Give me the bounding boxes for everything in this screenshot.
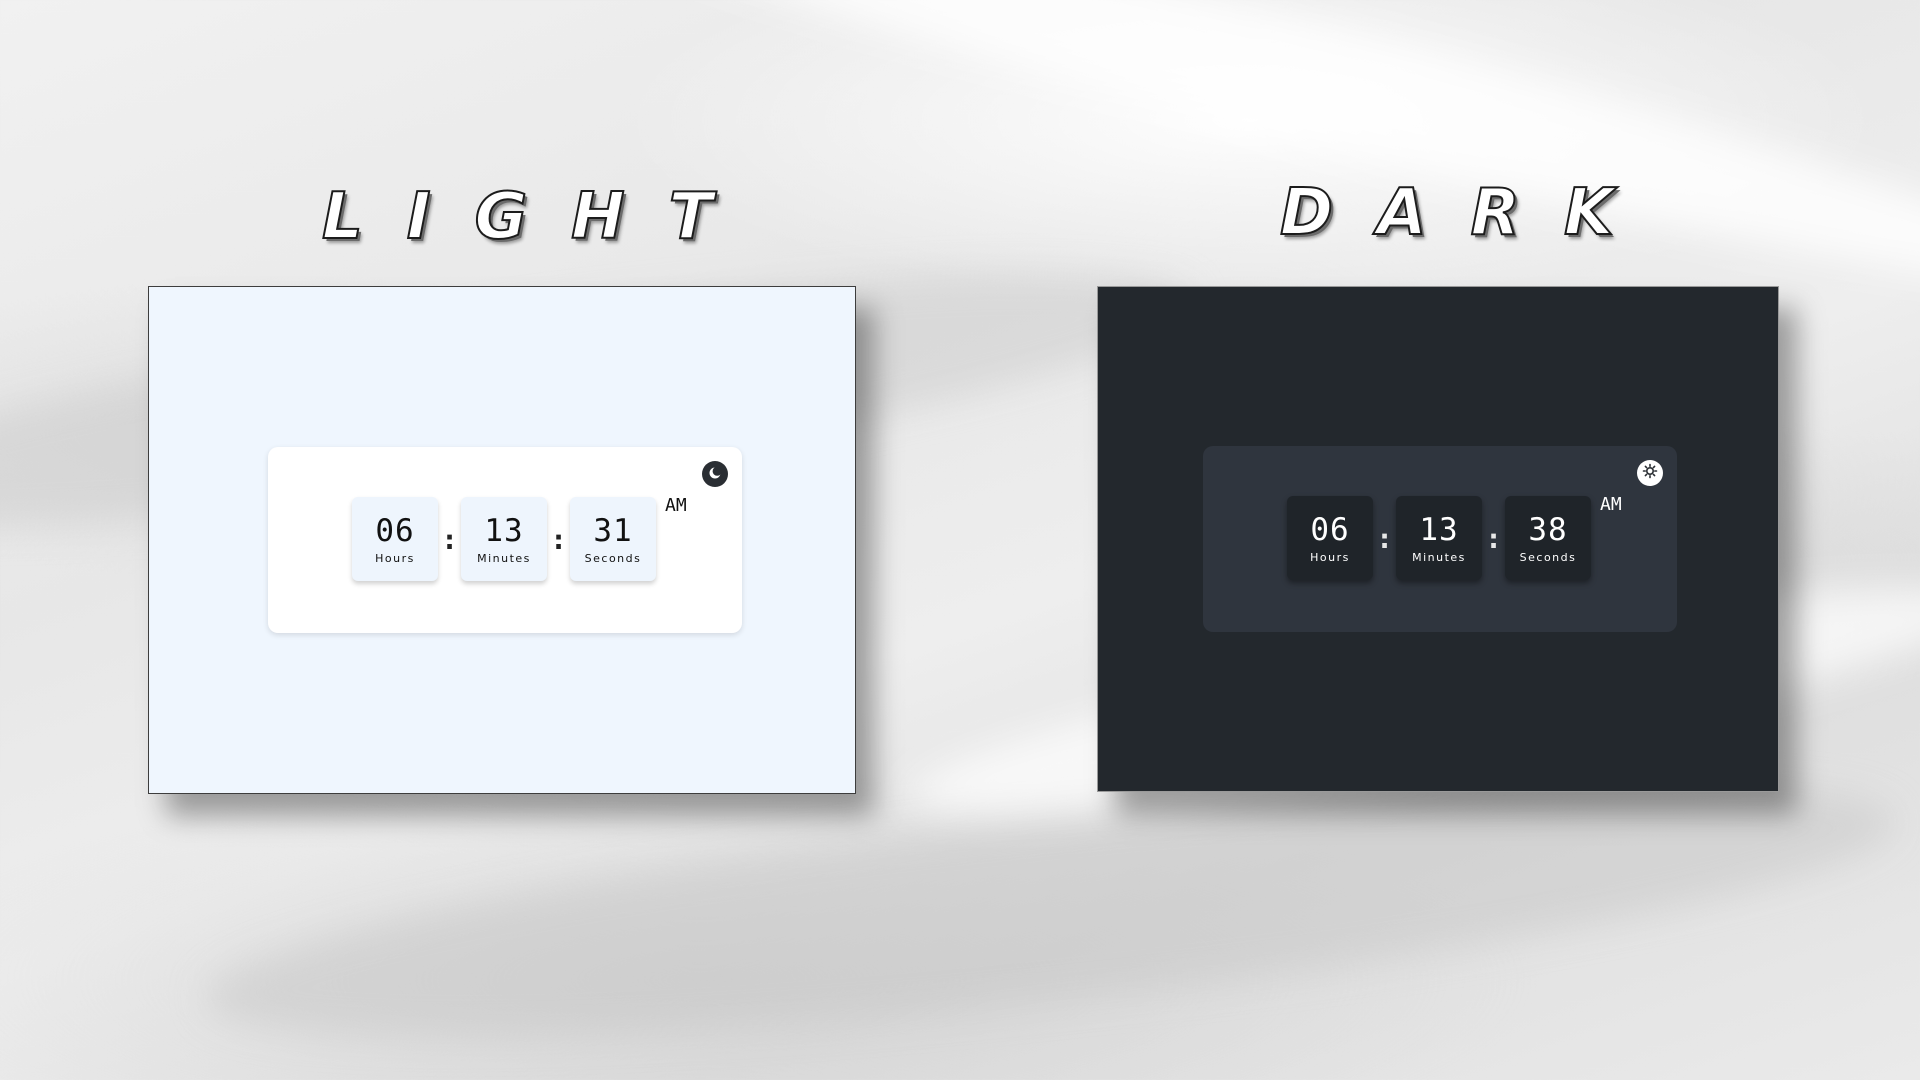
period-label: AM	[665, 495, 687, 516]
theme-toggle-button[interactable]	[702, 461, 728, 487]
background-fold	[509, 0, 1920, 332]
theme-toggle-button[interactable]	[1637, 460, 1663, 486]
seconds-box: 38 Seconds	[1505, 496, 1591, 580]
hours-value: 06	[1310, 511, 1350, 548]
hours-label: Hours	[375, 551, 415, 565]
minutes-label: Minutes	[477, 551, 531, 565]
minutes-box: 13 Minutes	[1396, 496, 1482, 580]
clock-card: 06 Hours : 13 Minutes : 31 Seconds AM	[268, 447, 742, 633]
seconds-value: 31	[593, 512, 633, 549]
sun-icon	[1642, 463, 1658, 483]
seconds-value: 38	[1528, 511, 1568, 548]
moon-icon	[708, 465, 722, 484]
hours-box: 06 Hours	[1287, 496, 1373, 580]
hours-value: 06	[375, 512, 415, 549]
minutes-value: 13	[1419, 511, 1459, 548]
time-display: 06 Hours : 13 Minutes : 31 Seconds	[352, 497, 656, 581]
minutes-value: 13	[484, 512, 524, 549]
period-label: AM	[1600, 494, 1622, 515]
time-separator: :	[1376, 521, 1393, 555]
time-separator: :	[441, 522, 458, 556]
minutes-box: 13 Minutes	[461, 497, 547, 581]
light-heading: LIGHT	[321, 179, 757, 255]
dark-mode-screen: 06 Hours : 13 Minutes : 38 Seconds AM	[1097, 286, 1779, 792]
time-separator: :	[1485, 521, 1502, 555]
clock-card: 06 Hours : 13 Minutes : 38 Seconds AM	[1203, 446, 1677, 632]
dark-heading: DARK	[1279, 175, 1658, 251]
time-separator: :	[550, 522, 567, 556]
time-display: 06 Hours : 13 Minutes : 38 Seconds	[1287, 496, 1591, 580]
hours-label: Hours	[1310, 550, 1350, 564]
seconds-label: Seconds	[584, 551, 642, 565]
light-mode-screen: 06 Hours : 13 Minutes : 31 Seconds AM	[148, 286, 856, 794]
seconds-label: Seconds	[1519, 550, 1577, 564]
seconds-box: 31 Seconds	[570, 497, 656, 581]
hours-box: 06 Hours	[352, 497, 438, 581]
minutes-label: Minutes	[1412, 550, 1466, 564]
